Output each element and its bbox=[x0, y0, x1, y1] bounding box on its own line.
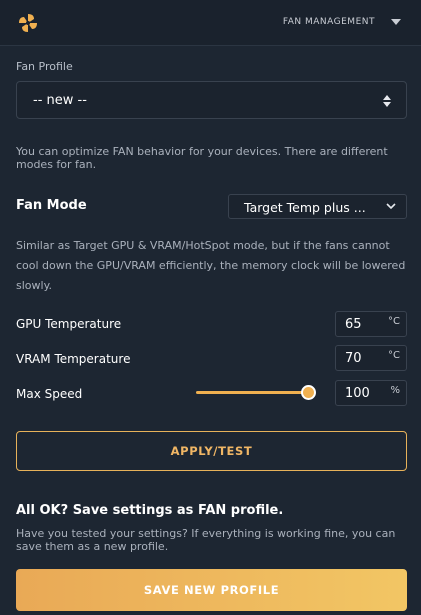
apply-test-button[interactable]: APPLY/TEST bbox=[16, 431, 407, 471]
max-speed-value: 100 bbox=[345, 386, 370, 401]
gpu-temperature-value: 65 bbox=[345, 317, 362, 332]
max-speed-label: Max Speed bbox=[16, 387, 83, 401]
intro-description: You can optimize FAN behavior for your d… bbox=[16, 145, 388, 171]
fan-mode-value: Target Temp plus ... bbox=[244, 200, 366, 215]
celsius-unit: °C bbox=[388, 350, 400, 361]
caret-down-icon[interactable] bbox=[391, 19, 401, 25]
header-bar: FAN MANAGEMENT bbox=[0, 0, 421, 46]
fan-profile-value: -- new -- bbox=[33, 93, 87, 108]
max-speed-slider-thumb[interactable] bbox=[301, 385, 316, 400]
sort-arrows-icon bbox=[383, 95, 391, 107]
fan-mode-label: Fan Mode bbox=[16, 198, 87, 213]
fan-profile-label: Fan Profile bbox=[16, 60, 73, 73]
vram-temperature-label: VRAM Temperature bbox=[16, 352, 131, 366]
gpu-temperature-input[interactable]: 65 °C bbox=[335, 311, 407, 337]
pinwheel-icon[interactable] bbox=[17, 12, 39, 34]
save-new-profile-button[interactable]: SAVE NEW PROFILE bbox=[16, 569, 407, 611]
chevron-down-icon bbox=[386, 203, 396, 210]
celsius-unit: °C bbox=[388, 316, 400, 327]
save-section-description: Have you tested your settings? If everyt… bbox=[16, 527, 396, 553]
vram-temperature-input[interactable]: 70 °C bbox=[335, 345, 407, 371]
page-title[interactable]: FAN MANAGEMENT bbox=[283, 17, 375, 27]
fan-profile-select[interactable]: -- new -- bbox=[16, 81, 407, 119]
max-speed-slider-track[interactable] bbox=[196, 391, 310, 394]
vram-temperature-value: 70 bbox=[345, 351, 362, 366]
save-section-title: All OK? Save settings as FAN profile. bbox=[16, 503, 284, 518]
fan-mode-select[interactable]: Target Temp plus ... bbox=[228, 194, 407, 219]
max-speed-input[interactable]: 100 % bbox=[335, 380, 407, 406]
fan-mode-description: Similar as Target GPU & VRAM/HotSpot mod… bbox=[16, 239, 406, 292]
percent-unit: % bbox=[390, 385, 400, 396]
gpu-temperature-label: GPU Temperature bbox=[16, 317, 122, 331]
